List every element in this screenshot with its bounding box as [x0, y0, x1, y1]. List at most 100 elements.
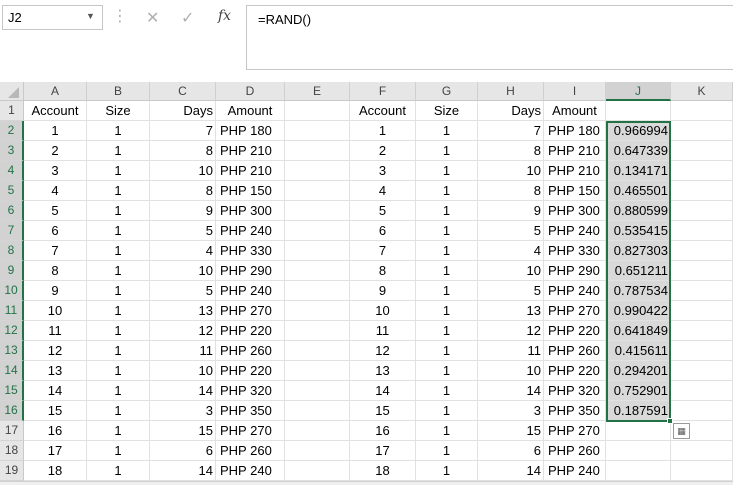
cell-e15[interactable]	[285, 381, 350, 401]
column-header-k[interactable]: K	[671, 82, 733, 101]
cell-g8[interactable]: 1	[416, 241, 478, 261]
cell-k14[interactable]	[671, 361, 733, 381]
cell-a13[interactable]: 12	[24, 341, 87, 361]
cell-f7[interactable]: 6	[350, 221, 416, 241]
cell-d6[interactable]: PHP 300	[216, 201, 285, 221]
cell-b12[interactable]: 1	[87, 321, 150, 341]
row-header[interactable]: 19	[0, 461, 24, 481]
cell-g4[interactable]: 1	[416, 161, 478, 181]
cell-g5[interactable]: 1	[416, 181, 478, 201]
cell-h17[interactable]: 15	[478, 421, 544, 441]
formula-bar[interactable]	[246, 5, 733, 70]
cell-b2[interactable]: 1	[87, 121, 150, 141]
cell-h10[interactable]: 5	[478, 281, 544, 301]
cell-h3[interactable]: 8	[478, 141, 544, 161]
cell-e4[interactable]	[285, 161, 350, 181]
cell-d14[interactable]: PHP 220	[216, 361, 285, 381]
row-header[interactable]: 1	[0, 101, 24, 121]
cell-b10[interactable]: 1	[87, 281, 150, 301]
cell-b19[interactable]: 1	[87, 461, 150, 481]
cell-a14[interactable]: 13	[24, 361, 87, 381]
cell-i12[interactable]: PHP 220	[544, 321, 606, 341]
cell-a4[interactable]: 3	[24, 161, 87, 181]
cell-d3[interactable]: PHP 210	[216, 141, 285, 161]
cell-h8[interactable]: 4	[478, 241, 544, 261]
cell-c13[interactable]: 11	[150, 341, 216, 361]
cell-d4[interactable]: PHP 210	[216, 161, 285, 181]
cell-g14[interactable]: 1	[416, 361, 478, 381]
row-header[interactable]: 8	[0, 241, 24, 261]
cell-f12[interactable]: 11	[350, 321, 416, 341]
cell-e12[interactable]	[285, 321, 350, 341]
cell-d7[interactable]: PHP 240	[216, 221, 285, 241]
cell-g9[interactable]: 1	[416, 261, 478, 281]
cancel-icon[interactable]: ✕	[146, 8, 159, 28]
cell-c3[interactable]: 8	[150, 141, 216, 161]
cell-i5[interactable]: PHP 150	[544, 181, 606, 201]
cell-b5[interactable]: 1	[87, 181, 150, 201]
cell-k15[interactable]	[671, 381, 733, 401]
cell-b4[interactable]: 1	[87, 161, 150, 181]
cell-e17[interactable]	[285, 421, 350, 441]
row-header[interactable]: 13	[0, 341, 24, 361]
row-header[interactable]: 15	[0, 381, 24, 401]
insert-function-icon[interactable]: fx	[218, 8, 231, 24]
cell-k13[interactable]	[671, 341, 733, 361]
row-header[interactable]: 6	[0, 201, 24, 221]
cell-c15[interactable]: 14	[150, 381, 216, 401]
cell-c19[interactable]: 14	[150, 461, 216, 481]
cell-c7[interactable]: 5	[150, 221, 216, 241]
cell-i13[interactable]: PHP 260	[544, 341, 606, 361]
cell-i3[interactable]: PHP 210	[544, 141, 606, 161]
cell-a17[interactable]: 16	[24, 421, 87, 441]
cell-c14[interactable]: 10	[150, 361, 216, 381]
cell-h13[interactable]: 11	[478, 341, 544, 361]
cell-e6[interactable]	[285, 201, 350, 221]
cell-h6[interactable]: 9	[478, 201, 544, 221]
cell-i1[interactable]: Amount	[544, 101, 606, 121]
row-header[interactable]: 11	[0, 301, 24, 321]
column-header-d[interactable]: D	[216, 82, 285, 101]
cell-e19[interactable]	[285, 461, 350, 481]
cell-k6[interactable]	[671, 201, 733, 221]
cell-k1[interactable]	[671, 101, 733, 121]
cell-c8[interactable]: 4	[150, 241, 216, 261]
cell-g3[interactable]: 1	[416, 141, 478, 161]
cell-k11[interactable]	[671, 301, 733, 321]
cell-k12[interactable]	[671, 321, 733, 341]
column-header-e[interactable]: E	[285, 82, 350, 101]
cell-b18[interactable]: 1	[87, 441, 150, 461]
cell-c11[interactable]: 13	[150, 301, 216, 321]
row-header[interactable]: 5	[0, 181, 24, 201]
cell-b3[interactable]: 1	[87, 141, 150, 161]
cell-k18[interactable]	[671, 441, 733, 461]
cell-a19[interactable]: 18	[24, 461, 87, 481]
cell-e2[interactable]	[285, 121, 350, 141]
cell-a6[interactable]: 5	[24, 201, 87, 221]
cell-g16[interactable]: 1	[416, 401, 478, 421]
cell-i7[interactable]: PHP 240	[544, 221, 606, 241]
cell-k7[interactable]	[671, 221, 733, 241]
cell-a9[interactable]: 8	[24, 261, 87, 281]
cell-c16[interactable]: 3	[150, 401, 216, 421]
cell-d17[interactable]: PHP 270	[216, 421, 285, 441]
column-header-h[interactable]: H	[478, 82, 544, 101]
cell-h14[interactable]: 10	[478, 361, 544, 381]
cell-h18[interactable]: 6	[478, 441, 544, 461]
cell-g17[interactable]: 1	[416, 421, 478, 441]
row-header[interactable]: 2	[0, 121, 24, 141]
cell-e13[interactable]	[285, 341, 350, 361]
cell-e14[interactable]	[285, 361, 350, 381]
cell-e18[interactable]	[285, 441, 350, 461]
cell-h7[interactable]: 5	[478, 221, 544, 241]
cell-h19[interactable]: 14	[478, 461, 544, 481]
cell-c10[interactable]: 5	[150, 281, 216, 301]
cell-i18[interactable]: PHP 260	[544, 441, 606, 461]
cell-a3[interactable]: 2	[24, 141, 87, 161]
cell-c2[interactable]: 7	[150, 121, 216, 141]
cell-j17[interactable]	[606, 421, 671, 441]
row-header[interactable]: 3	[0, 141, 24, 161]
cell-g19[interactable]: 1	[416, 461, 478, 481]
cell-c17[interactable]: 15	[150, 421, 216, 441]
cell-f16[interactable]: 15	[350, 401, 416, 421]
